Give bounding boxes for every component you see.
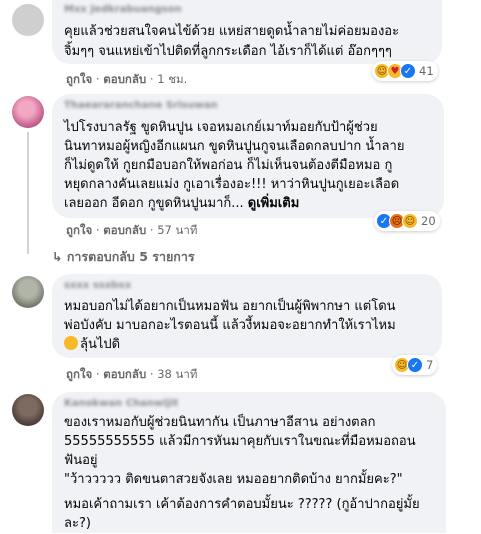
- haha-icon: ☺: [402, 213, 418, 229]
- comment-text-line-last: เลยออก อีดอก กูขูดหินปูนมาก็...: [64, 196, 244, 211]
- comment-text-line: จิ้มๆๆ จนแหย่เข้าไปติดที่ลูกกระเดือก ไอ้…: [64, 44, 392, 59]
- comment-author[interactable]: Mxx Jedkrabuangson: [64, 4, 182, 15]
- comment-author[interactable]: sxxx ssxbxx: [64, 280, 131, 291]
- comment-text-line-last: ลุ้นไปดิ: [80, 337, 121, 352]
- comment-text-line: หมอบอกไม่ได้อยากเป็นหมอฟัน อยากเป็นผู้พิ…: [64, 299, 396, 314]
- timestamp[interactable]: 57 นาที: [157, 223, 197, 237]
- view-replies-link[interactable]: ↳ การตอบกลับ 5 รายการ: [52, 247, 195, 267]
- thread-line: [27, 132, 29, 254]
- comment-author[interactable]: Kanokwan Chanwijit: [64, 398, 178, 409]
- reply-arrow-icon: ↳: [52, 249, 67, 264]
- comment-actions: ถูกใจ · ตอบกลับ · 57 นาที: [66, 223, 198, 237]
- comment-text-line: ฟันอยู่: [64, 453, 98, 468]
- comment-text-line: ละ?): [64, 516, 91, 531]
- reply-link[interactable]: ตอบกลับ: [103, 72, 146, 86]
- timestamp[interactable]: 1 ชม.: [157, 72, 187, 86]
- comment-actions: ถูกใจ · ตอบกลับ · 1 ชม.: [66, 72, 188, 86]
- reaction-summary[interactable]: ☺ ♥ ✓ 41: [372, 61, 438, 81]
- comment-text-line: ไปโรงบาลรัฐ ขูดหินปูน เจอหมอเกย์เมาท์มอย…: [64, 120, 378, 135]
- comment-text-line: เลยออก อีดอก กูขูดหินปูนมาก็... ดูเพิ่มเ…: [64, 194, 299, 214]
- see-more-link[interactable]: ดูเพิ่มเติม: [248, 196, 299, 211]
- comment-actions: ถูกใจ · ตอบกลับ · 38 นาที: [66, 367, 198, 381]
- comment-text-line: ของเราหมอกับผู้ช่วยนินทากัน เป็นภาษาอีสา…: [64, 415, 376, 430]
- avatar[interactable]: [12, 96, 44, 128]
- comment-author[interactable]: Thaeararanchane Srisuwan: [64, 100, 218, 111]
- comment-text-line: "ว้าววววว ติดขนตาสวยจังเลย หมออยากติดบ้า…: [64, 472, 403, 487]
- like-link[interactable]: ถูกใจ: [66, 367, 92, 381]
- comment-text-line: หยุดกลางคันเลยแม่ง กูเอาเรื่องอะ!!! หาว่…: [64, 177, 400, 192]
- comment-bubble: Mxx Jedkrabuangson คุยแล้วช่วยสนใจคนไข้ด…: [52, 0, 442, 64]
- reaction-summary[interactable]: ☺ ✓ 7: [392, 355, 438, 375]
- like-icon: ✓: [407, 357, 423, 373]
- comment-text-line: ลุ้นไปดิ: [64, 335, 120, 355]
- comment-bubble: Kanokwan Chanwijit ของเราหมอกับผู้ช่วยนิ…: [52, 392, 446, 533]
- avatar[interactable]: [12, 394, 44, 426]
- comment-bubble: sxxx ssxbxx หมอบอกไม่ได้อยากเป็นหมอฟัน อ…: [52, 274, 442, 358]
- reaction-count: 20: [421, 214, 436, 228]
- reaction-count: 41: [419, 64, 434, 78]
- comment-text-line: ก็ไม่ดูดให้ กูยกมือบอกให้พอก่อน ก็ไม่เห็…: [64, 158, 393, 173]
- reply-link[interactable]: ตอบกลับ: [103, 367, 146, 381]
- like-link[interactable]: ถูกใจ: [66, 223, 92, 237]
- like-icon: ✓: [400, 63, 416, 79]
- laughing-emoji-icon: [64, 336, 78, 350]
- reaction-summary[interactable]: ✓ ☹ ☺ 20: [374, 211, 440, 231]
- avatar[interactable]: [12, 4, 44, 36]
- reply-link[interactable]: ตอบกลับ: [103, 223, 146, 237]
- comment-text-line: คุยแล้วช่วยสนใจคนไข้ด้วย แหย่สายดูดน้ำลา…: [64, 24, 400, 39]
- comment-text-line: หมอเค้าถามเรา เค้าต้องการคำตอบมั้ยนะ ???…: [64, 497, 420, 512]
- view-replies-label: การตอบกลับ 5 รายการ: [66, 249, 195, 264]
- comment-text-line: พ่อบังคับ มาบอกอะไรตอนนี้ แล้วงี้หมอจะอย…: [64, 318, 396, 333]
- like-link[interactable]: ถูกใจ: [66, 72, 92, 86]
- comment-bubble: Thaeararanchane Srisuwan ไปโรงบาลรัฐ ขูด…: [52, 94, 444, 218]
- timestamp[interactable]: 38 นาที: [157, 367, 197, 381]
- avatar[interactable]: [12, 276, 44, 308]
- comment-text-line: 55555555555 แล้วมีการหันมาคุยกับเราในขณะ…: [64, 434, 416, 449]
- comment-text-line: นินทาหมอผู้หญิงอีกแผนก ขูดหินปูนกูจนเลือ…: [64, 139, 405, 154]
- reaction-count: 7: [426, 358, 434, 372]
